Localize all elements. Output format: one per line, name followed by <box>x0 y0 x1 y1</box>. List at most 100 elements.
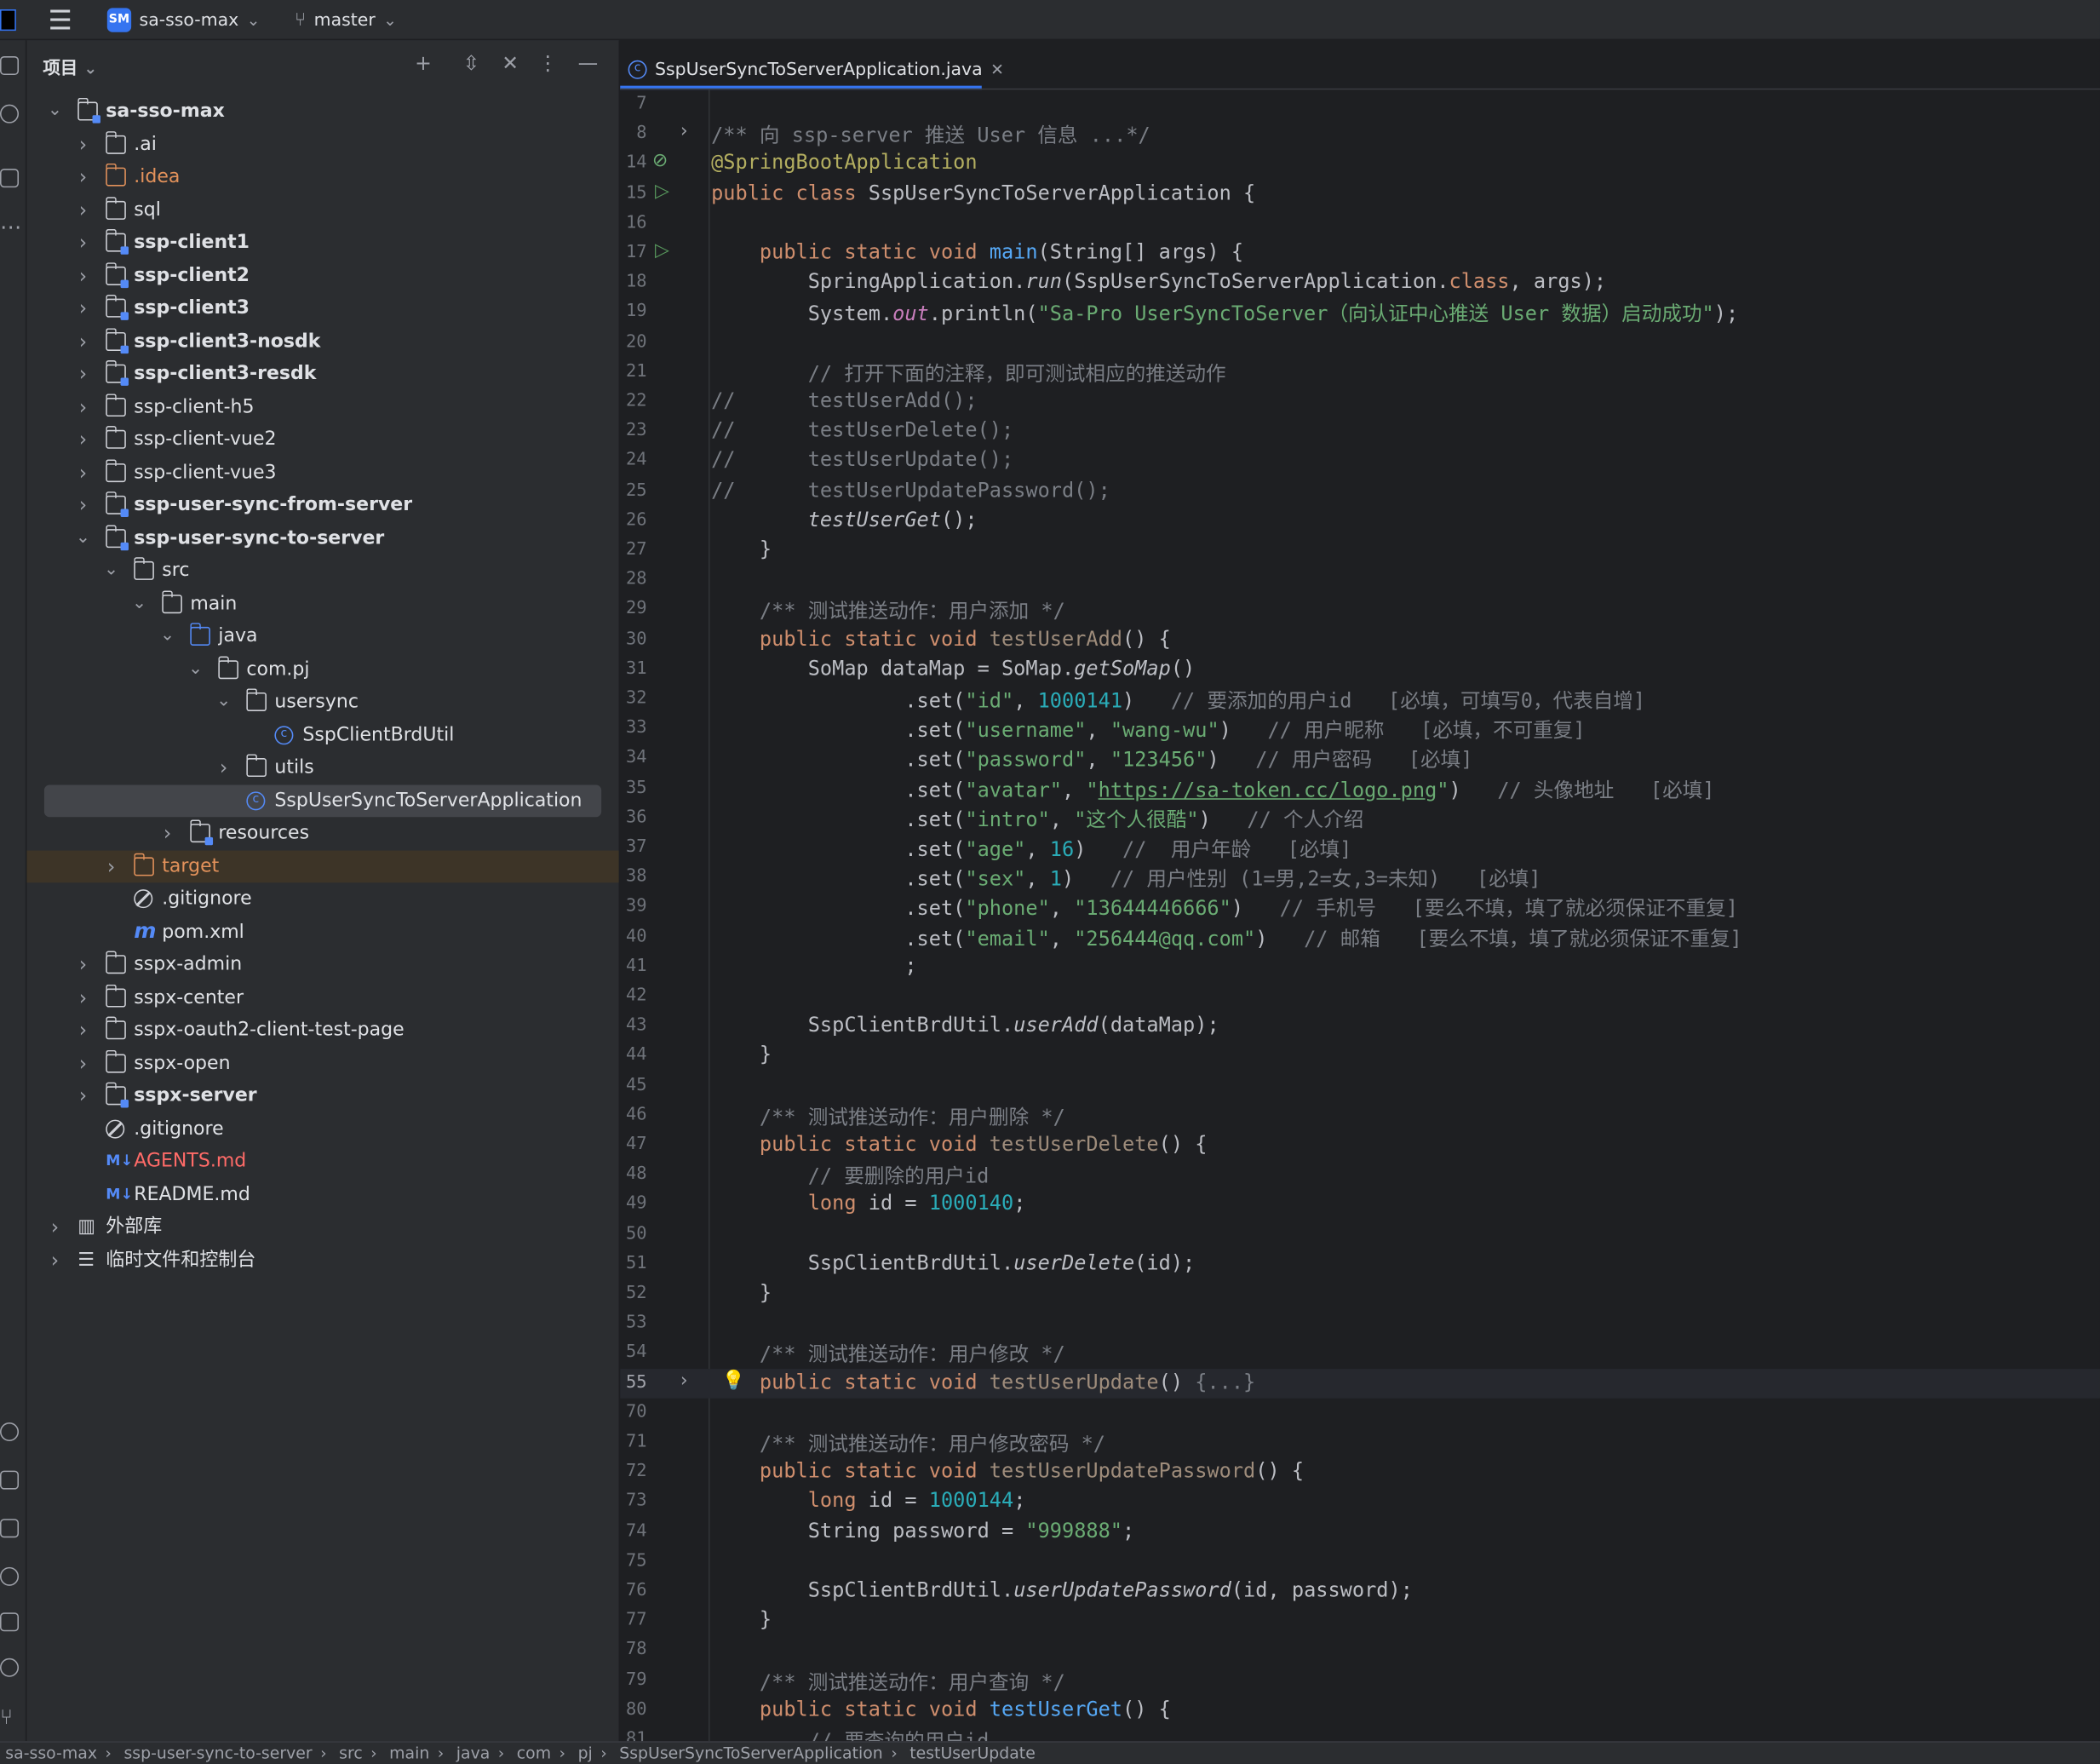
problems-icon[interactable] <box>0 1658 20 1677</box>
project-switcher[interactable]: SM sa-sso-max ⌄ <box>106 0 260 40</box>
tree-item[interactable]: ⌄ sa-sso-max <box>26 95 618 129</box>
chevron-right-icon[interactable]: › <box>73 358 92 391</box>
tree-item[interactable]: › ssp-client-vue2 <box>26 423 618 457</box>
tree-item[interactable]: › ssp-client1 <box>26 227 618 260</box>
tree-item[interactable]: › .ai <box>26 128 618 161</box>
tree-item[interactable]: › sspx-open <box>26 1047 618 1080</box>
tree-item[interactable]: .gitignore <box>26 1112 618 1146</box>
breadcrumb-item[interactable]: sa-sso-max <box>5 1743 97 1764</box>
tree-item[interactable]: c SspUserSyncToServerApplication <box>26 784 618 818</box>
breadcrumb-item[interactable]: com <box>517 1743 551 1764</box>
chevron-right-icon[interactable]: › <box>45 1211 64 1244</box>
branch-switcher[interactable]: ⑂ master ⌄ <box>295 0 397 40</box>
more-tools-icon[interactable]: ⋯ <box>0 215 21 240</box>
tree-item[interactable]: › ssp-user-sync-from-server <box>26 489 618 522</box>
chevron-right-icon[interactable]: › <box>73 128 92 161</box>
expand-all-icon[interactable]: ⇳ <box>456 49 486 78</box>
chevron-right-icon[interactable]: › <box>73 227 92 260</box>
chevron-right-icon[interactable]: › <box>73 193 92 227</box>
spring-bean-icon[interactable]: ⊘ <box>652 151 668 172</box>
tree-item[interactable]: › ssp-client3 <box>26 292 618 325</box>
chevron-down-icon[interactable]: ⌄ <box>215 686 233 719</box>
breadcrumb-item[interactable]: testUserUpdate <box>909 1743 1036 1764</box>
breadcrumb-item[interactable]: ssp-user-sync-to-server <box>123 1743 312 1764</box>
chevron-right-icon[interactable]: › <box>102 850 121 883</box>
fold-chevron-icon[interactable]: › <box>680 1370 688 1391</box>
chevron-right-icon[interactable]: › <box>215 751 233 784</box>
tree-item[interactable]: › resources <box>26 817 618 850</box>
chevron-right-icon[interactable]: › <box>73 423 92 457</box>
tree-item[interactable]: › ssp-client3-resdk <box>26 358 618 391</box>
run-gutter-icon[interactable]: ▷ <box>655 239 669 261</box>
tree-item[interactable]: ⌄ com.pj <box>26 653 618 687</box>
chevron-right-icon[interactable]: › <box>158 817 177 850</box>
chevron-right-icon[interactable]: › <box>73 292 92 325</box>
tree-item[interactable]: ⌄ src <box>26 554 618 588</box>
chevron-right-icon[interactable]: › <box>73 325 92 358</box>
breadcrumb-item[interactable]: pj <box>578 1743 593 1764</box>
tree-item[interactable]: › ssp-client-h5 <box>26 390 618 423</box>
tree-item[interactable]: › utils <box>26 751 618 784</box>
chevron-right-icon[interactable]: › <box>45 1244 64 1277</box>
tree-item[interactable]: › sspx-admin <box>26 948 618 981</box>
tree-item[interactable]: ⌄ java <box>26 620 618 653</box>
chevron-down-icon[interactable]: ⌄ <box>73 521 92 554</box>
chevron-down-icon[interactable]: ⌄ <box>45 95 64 129</box>
breadcrumb-item[interactable]: main <box>389 1743 429 1764</box>
run-gutter-icon[interactable]: ▷ <box>655 181 669 202</box>
collapse-all-icon[interactable]: ✕ <box>496 49 525 78</box>
tree-item[interactable]: › sql <box>26 193 618 227</box>
main-menu-icon[interactable]: ☰ <box>49 0 72 40</box>
tree-item[interactable]: M↓ AGENTS.md <box>26 1145 618 1178</box>
tree-item[interactable]: › ▥ 外部库 <box>26 1211 618 1244</box>
chevron-right-icon[interactable]: › <box>73 981 92 1014</box>
close-icon[interactable]: ✕ <box>990 60 1004 79</box>
fold-chevron-icon[interactable]: › <box>680 121 688 142</box>
tree-item[interactable]: ⌄ usersync <box>26 686 618 719</box>
chevron-right-icon[interactable]: › <box>73 390 92 423</box>
hide-panel-icon[interactable]: — <box>573 49 603 78</box>
chevron-right-icon[interactable]: › <box>73 489 92 522</box>
breadcrumb-item[interactable]: src <box>339 1743 363 1764</box>
structure-tool-icon[interactable] <box>0 169 20 188</box>
tree-item[interactable]: › ssp-client2 <box>26 259 618 292</box>
tree-item[interactable]: › ☰ 临时文件和控制台 <box>26 1244 618 1277</box>
tree-item[interactable]: › sspx-oauth2-client-test-page <box>26 1014 618 1047</box>
chevron-right-icon[interactable]: › <box>73 161 92 194</box>
breadcrumb-item[interactable]: java <box>456 1743 491 1764</box>
chevron-down-icon[interactable]: ⌄ <box>102 554 121 588</box>
project-tool-icon[interactable] <box>0 56 20 76</box>
add-icon[interactable]: + <box>409 49 439 78</box>
git-icon[interactable]: ⑂ <box>0 1704 19 1729</box>
terminal-icon[interactable] <box>0 1612 20 1632</box>
tree-item[interactable]: › target <box>26 849 619 883</box>
project-panel-title[interactable]: 项目 ⌄ <box>43 54 97 79</box>
chevron-down-icon[interactable]: ⌄ <box>158 620 177 653</box>
tree-item[interactable]: c SspClientBrdUtil <box>26 719 618 752</box>
run-icon[interactable] <box>0 1566 20 1586</box>
tree-item[interactable]: .gitignore <box>26 882 618 916</box>
tree-item[interactable]: ⌄ ssp-user-sync-to-server <box>26 521 618 554</box>
tree-item[interactable]: › ssp-client-vue3 <box>26 456 618 489</box>
chevron-down-icon[interactable]: ⌄ <box>186 653 205 687</box>
tree-item[interactable]: › .idea <box>26 161 618 194</box>
tree-item[interactable]: › sspx-server <box>26 1079 618 1112</box>
tree-item[interactable]: m pom.xml <box>26 916 618 949</box>
chevron-down-icon[interactable]: ⌄ <box>130 588 149 621</box>
tree-item[interactable]: ⌄ main <box>26 588 618 621</box>
tree-item[interactable]: M↓ README.md <box>26 1178 618 1211</box>
breadcrumb-item[interactable]: SspUserSyncToServerApplication <box>619 1743 883 1764</box>
chevron-right-icon[interactable]: › <box>73 1014 92 1047</box>
options-icon[interactable]: ⋮ <box>533 49 563 78</box>
commit-tool-icon[interactable] <box>0 104 20 124</box>
debug-icon[interactable] <box>0 1519 20 1538</box>
chevron-right-icon[interactable]: › <box>73 456 92 489</box>
chevron-right-icon[interactable]: › <box>73 259 92 292</box>
build-icon[interactable] <box>0 1470 20 1490</box>
services-icon[interactable] <box>0 1422 20 1442</box>
chevron-right-icon[interactable]: › <box>73 1079 92 1112</box>
editor-tab[interactable]: c SspUserSyncToServerApplication.java ✕ <box>628 51 1004 89</box>
tree-item[interactable]: › ssp-client3-nosdk <box>26 325 618 358</box>
chevron-right-icon[interactable]: › <box>73 948 92 981</box>
chevron-right-icon[interactable]: › <box>73 1047 92 1080</box>
